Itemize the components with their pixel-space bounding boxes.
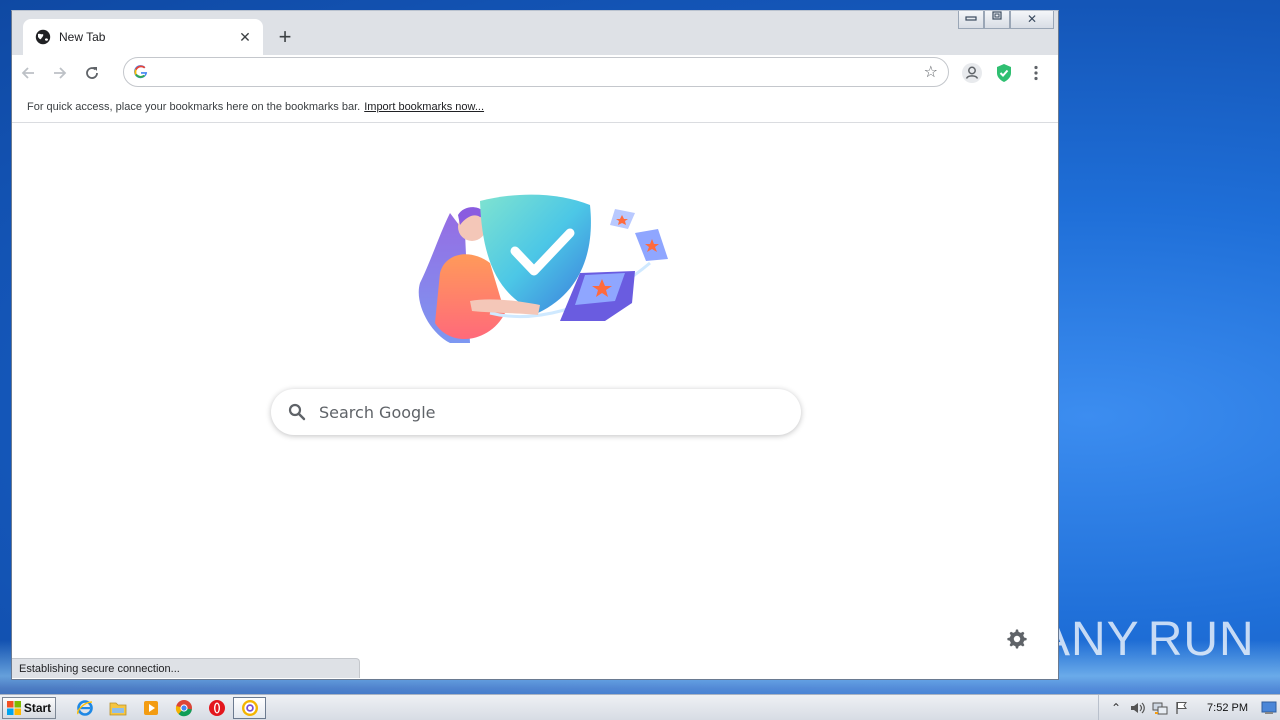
opera-icon [208,699,225,716]
media-player-icon [143,700,158,715]
back-button[interactable] [12,57,44,89]
minimize-button[interactable] [958,11,984,29]
restore-icon [992,11,1002,20]
kebab-menu-icon [1034,65,1038,81]
windows-logo-icon [6,700,21,715]
show-desktop-button[interactable] [1258,697,1280,719]
taskbar: Start ⌃ 7:52 PM [0,694,1280,720]
file-explorer-icon [109,702,126,715]
import-bookmarks-link[interactable]: Import bookmarks now... [364,101,484,113]
address-bar[interactable]: ☆ [123,57,949,87]
network-icon [1152,702,1168,715]
restore-button[interactable] [984,11,1010,29]
taskbar-chrome[interactable] [167,697,200,719]
tab-title: New Tab [59,30,106,44]
taskbar-apps [68,696,266,719]
browser-toolbar: ☆ [12,55,1058,91]
search-google-box[interactable]: Search Google [271,389,801,435]
network-button[interactable] [1149,697,1171,719]
start-label: Start [23,700,52,715]
show-desktop-icon [1261,701,1277,714]
taskbar-file-explorer[interactable] [101,697,134,719]
anyrun-watermark: ANY RUN [1038,606,1254,672]
reload-button[interactable] [76,57,108,89]
back-arrow-icon [21,67,34,79]
shield-check-icon [997,64,1011,82]
chevron-up-icon: ⌃ [1111,701,1122,715]
tab-strip: New Tab ✕ + ✕ [12,11,1058,55]
show-hidden-icons-button[interactable]: ⌃ [1105,697,1127,719]
customize-gear-icon[interactable] [1006,628,1028,650]
clock[interactable]: 7:52 PM [1207,702,1248,714]
google-g-icon [134,65,148,79]
status-text: Establishing secure connection... [19,662,180,675]
close-window-button[interactable]: ✕ [1010,11,1054,29]
taskbar-opera[interactable] [200,697,233,719]
close-icon: ✕ [1026,12,1038,26]
address-input[interactable] [156,60,924,84]
window-controls: ✕ [958,11,1054,29]
watermark-right: RUN [1147,612,1255,666]
menu-button[interactable] [1020,57,1052,89]
profile-icon [962,63,982,83]
status-bubble: Establishing secure connection... [12,658,360,678]
internet-explorer-icon [76,699,93,716]
browser-active-icon [241,699,258,716]
browser-window: New Tab ✕ + ✕ ☆ For quick access, place … [11,10,1059,680]
profile-button[interactable] [956,57,988,89]
bookmarks-bar-message: For quick access, place your bookmarks h… [27,100,361,113]
tab-new-tab[interactable]: New Tab ✕ [23,19,263,55]
bookmark-star-icon[interactable]: ☆ [924,62,938,82]
reload-icon [86,67,98,79]
volume-button[interactable] [1127,697,1149,719]
new-tab-button[interactable]: + [272,25,298,51]
security-illustration [418,194,668,343]
search-icon [288,403,306,421]
action-center-button[interactable] [1171,697,1193,719]
taskbar-media-player[interactable] [134,697,167,719]
system-tray: ⌃ 7:52 PM [1098,695,1280,720]
taskbar-internet-explorer[interactable] [68,697,101,719]
chrome-icon [175,699,192,716]
tab-close-icon[interactable]: ✕ [237,29,253,46]
forward-button[interactable] [44,57,76,89]
globe-favicon-icon [35,29,51,45]
toolbar-right-icons [956,57,1052,89]
search-placeholder: Search Google [319,402,436,422]
forward-arrow-icon [54,67,67,79]
flag-icon [1176,702,1187,714]
taskbar-active-browser[interactable] [233,696,266,719]
bookmarks-bar: For quick access, place your bookmarks h… [12,91,1058,123]
start-button[interactable]: Start [2,696,56,719]
new-tab-page: Search Google [12,123,1058,679]
security-extension-button[interactable] [988,57,1020,89]
volume-icon [1131,702,1145,714]
minimize-icon [965,16,977,21]
